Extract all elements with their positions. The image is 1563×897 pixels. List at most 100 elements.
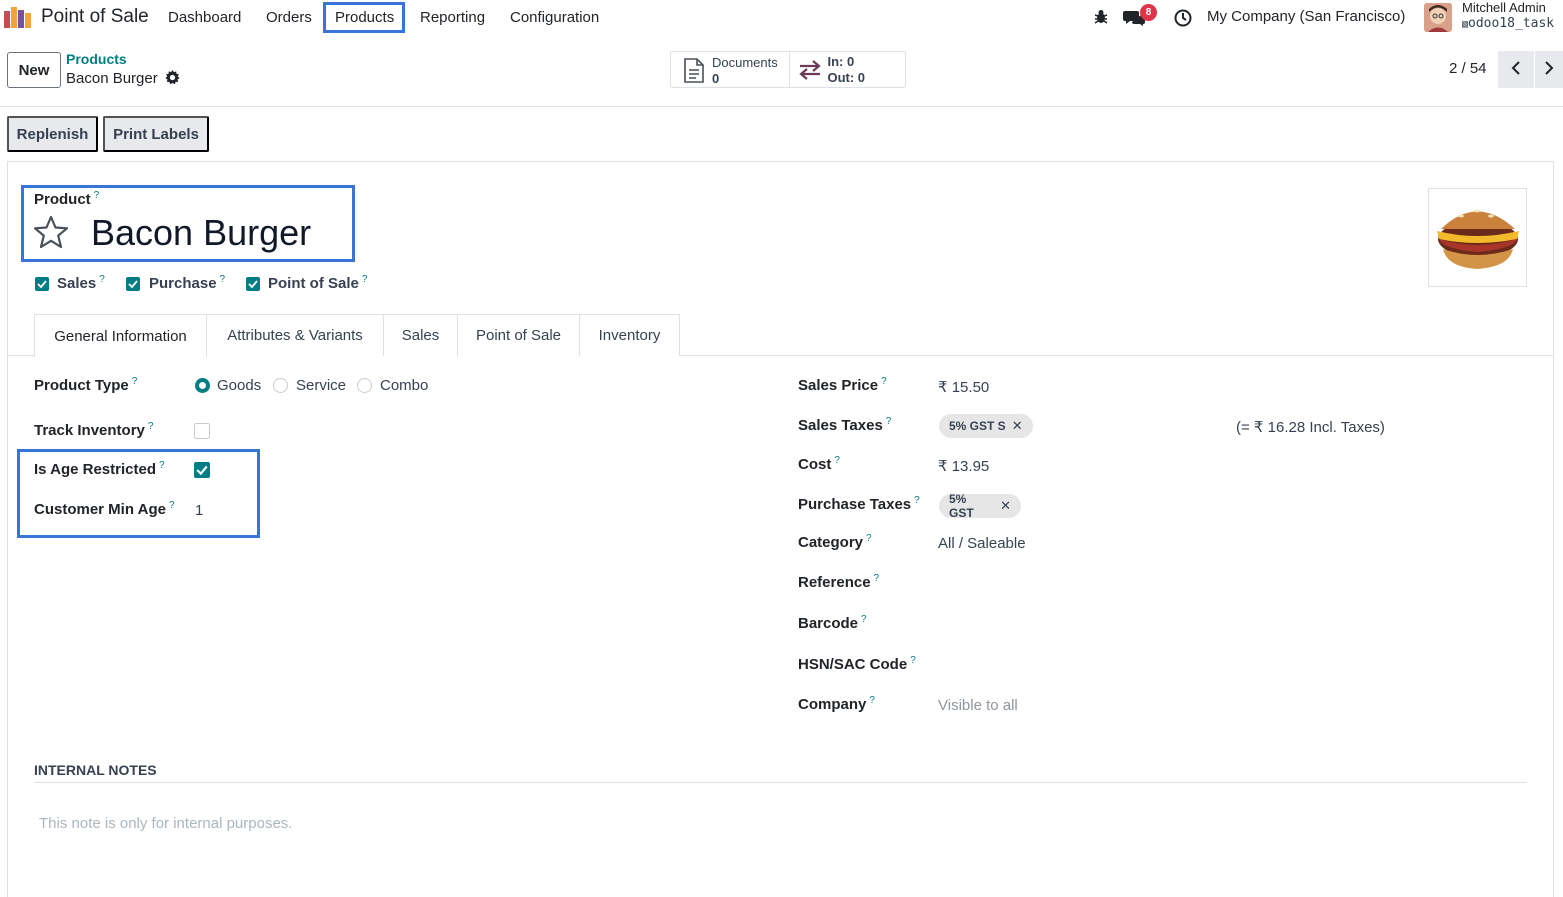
hsn-sac-code-label: HSN/SAC Code? [798, 655, 916, 673]
help-icon[interactable]: ? [910, 655, 916, 666]
clock-icon[interactable] [1174, 9, 1192, 31]
database-name: ▧odoo18_task [1462, 16, 1555, 31]
incoming-count: In: 0 [827, 54, 855, 69]
radio-combo-label[interactable]: Combo [380, 377, 428, 394]
incl-taxes-amount: (= ₹ 16.28 Incl. Taxes) [1236, 419, 1385, 436]
bug-icon[interactable] [1093, 9, 1109, 29]
point-of-sale-checkbox[interactable] [246, 277, 260, 291]
sales-tax-tag[interactable]: 5% GST S ✕ [939, 414, 1033, 438]
help-icon[interactable]: ? [861, 614, 867, 625]
category-input[interactable]: All / Saleable [938, 535, 1026, 552]
cost-label: Cost? [798, 455, 840, 473]
transfer-arrows-icon [798, 60, 822, 84]
sales-taxes-label: Sales Taxes? [798, 416, 892, 434]
documents-count: 0 [712, 71, 720, 86]
menu-configuration[interactable]: Configuration [510, 9, 599, 26]
company-switcher[interactable]: My Company (San Francisco) [1207, 8, 1405, 25]
pager-next-button[interactable] [1535, 51, 1563, 88]
menu-dashboard[interactable]: Dashboard [168, 9, 241, 26]
menu-reporting[interactable]: Reporting [420, 9, 485, 26]
new-button[interactable]: New [7, 52, 61, 88]
pager-previous-button[interactable] [1498, 51, 1534, 88]
messages-badge: 8 [1140, 4, 1157, 21]
help-icon[interactable]: ? [914, 495, 920, 506]
replenish-button[interactable]: Replenish [7, 116, 98, 152]
top-navbar: Point of Sale Dashboard Orders Products … [0, 0, 1563, 36]
menu-orders[interactable]: Orders [266, 9, 312, 26]
help-icon[interactable]: ? [132, 376, 138, 387]
purchase-checkbox[interactable] [126, 277, 140, 291]
help-icon[interactable]: ? [866, 533, 872, 544]
user-name[interactable]: Mitchell Admin [1462, 0, 1546, 15]
product-label: Product? [34, 190, 100, 208]
company-input[interactable]: Visible to all [938, 697, 1018, 714]
customer-min-age-label: Customer Min Age? [34, 500, 175, 518]
control-panel-divider [0, 106, 1563, 107]
user-avatar[interactable] [1424, 3, 1452, 32]
internal-notes-title: INTERNAL NOTES [34, 762, 157, 778]
purchase-label: Purchase? [149, 274, 226, 292]
help-icon[interactable]: ? [834, 455, 840, 466]
sales-price-input[interactable]: ₹ 15.50 [938, 378, 989, 396]
reference-label: Reference? [798, 573, 880, 591]
documents-smart-button[interactable]: Documents 0 [671, 52, 791, 87]
sales-checkbox[interactable] [35, 277, 49, 291]
help-icon[interactable]: ? [169, 500, 175, 511]
internal-notes-divider [34, 782, 1527, 783]
chevron-right-icon [1543, 60, 1555, 80]
product-image[interactable] [1428, 188, 1527, 287]
tab-attributes-variants[interactable]: Attributes & Variants [206, 314, 384, 356]
chevron-left-icon [1510, 60, 1522, 80]
tab-point-of-sale[interactable]: Point of Sale [457, 314, 580, 356]
favorite-star-icon[interactable] [33, 215, 69, 253]
in-out-smart-button[interactable]: In: 0 Out: 0 [790, 52, 905, 87]
radio-goods-label[interactable]: Goods [217, 377, 261, 394]
smart-buttons: Documents 0 In: 0 Out: 0 [670, 51, 906, 88]
help-icon[interactable]: ? [869, 695, 875, 706]
radio-service[interactable] [273, 378, 288, 393]
category-label: Category? [798, 533, 872, 551]
track-inventory-checkbox[interactable] [194, 423, 210, 439]
pager-value[interactable]: 2 / 54 [1449, 60, 1487, 77]
product-type-label: Product Type? [34, 376, 138, 394]
radio-goods[interactable] [195, 378, 210, 393]
sales-label: Sales? [57, 274, 105, 292]
help-icon[interactable]: ? [94, 190, 100, 201]
documents-label: Documents [712, 55, 778, 70]
radio-combo[interactable] [357, 378, 372, 393]
internal-notes-input[interactable]: This note is only for internal purposes. [39, 815, 292, 832]
product-name-input[interactable]: Bacon Burger [91, 212, 311, 254]
company-label: Company? [798, 695, 875, 713]
remove-tag-icon[interactable]: ✕ [1000, 498, 1011, 514]
print-labels-button[interactable]: Print Labels [103, 116, 209, 152]
purchase-taxes-label: Purchase Taxes? [798, 495, 920, 513]
tab-general-information[interactable]: General Information [34, 314, 207, 357]
outgoing-count: Out: 0 [827, 70, 866, 85]
help-icon[interactable]: ? [886, 416, 892, 427]
purchase-tax-tag[interactable]: 5% GST ✕ [939, 492, 1021, 520]
burger-image [1437, 209, 1519, 269]
help-icon[interactable]: ? [874, 573, 880, 584]
cost-input[interactable]: ₹ 13.95 [938, 457, 989, 475]
age-restricted-checkbox[interactable] [194, 462, 210, 478]
point-of-sale-label: Point of Sale? [268, 274, 368, 292]
pos-app-icon[interactable] [4, 7, 32, 28]
help-icon[interactable]: ? [159, 460, 165, 471]
document-icon [683, 58, 705, 87]
age-restricted-label: Is Age Restricted? [34, 460, 165, 478]
radio-service-label[interactable]: Service [296, 377, 346, 394]
help-icon[interactable]: ? [362, 274, 368, 285]
help-icon[interactable]: ? [99, 274, 105, 285]
help-icon[interactable]: ? [881, 376, 887, 387]
breadcrumb-products[interactable]: Products [66, 51, 127, 67]
tab-inventory[interactable]: Inventory [579, 314, 680, 356]
help-icon[interactable]: ? [148, 421, 154, 432]
customer-min-age-input[interactable]: 1 [195, 502, 203, 519]
gear-icon[interactable] [165, 70, 180, 89]
barcode-label: Barcode? [798, 614, 867, 632]
help-icon[interactable]: ? [220, 274, 226, 285]
tab-sales[interactable]: Sales [383, 314, 458, 356]
track-inventory-label: Track Inventory? [34, 421, 154, 439]
app-name[interactable]: Point of Sale [41, 6, 149, 28]
remove-tag-icon[interactable]: ✕ [1012, 418, 1023, 434]
